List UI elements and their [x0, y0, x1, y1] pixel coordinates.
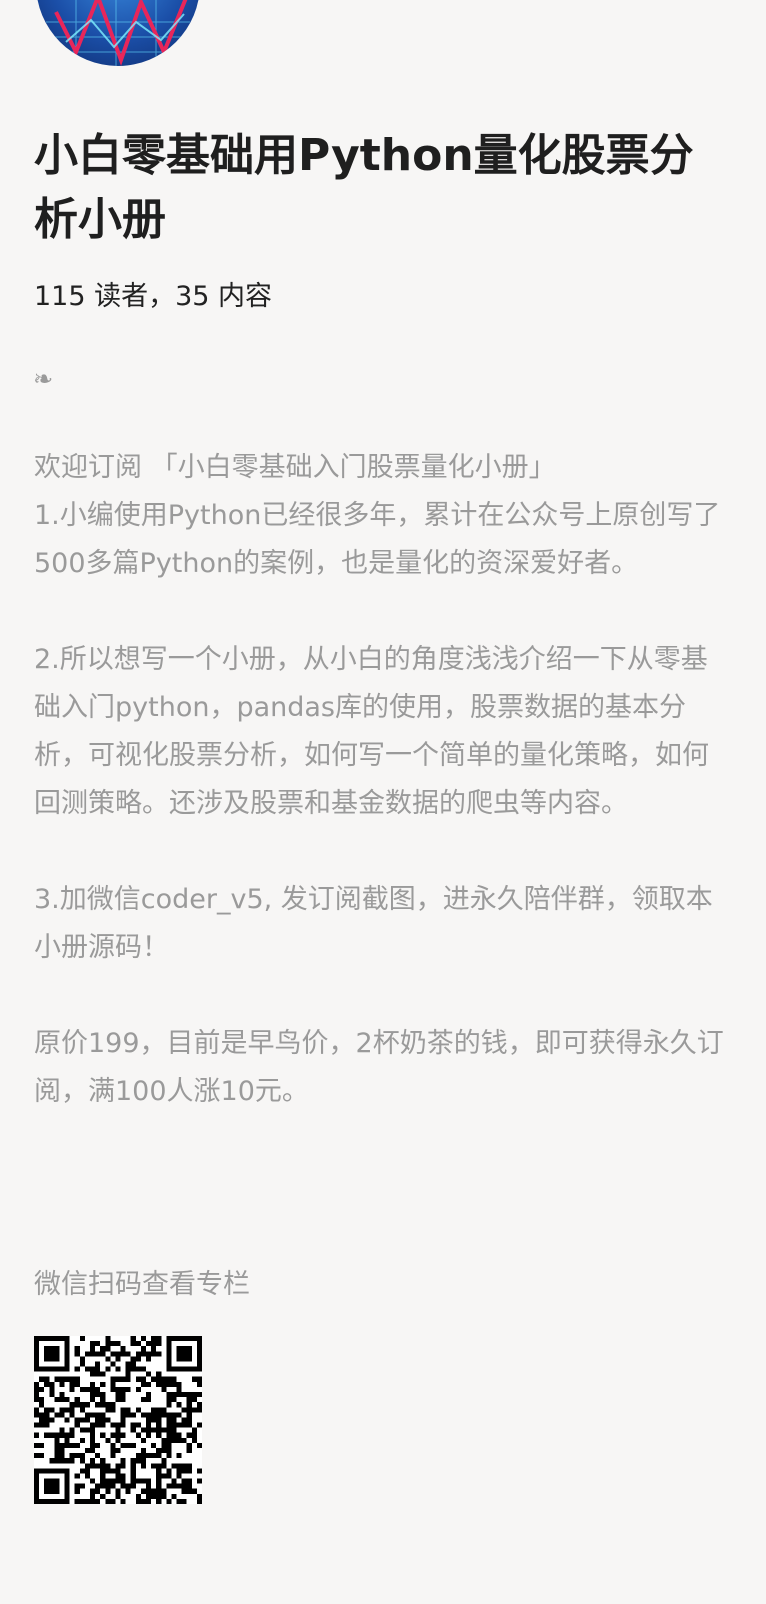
qr-code-graphic: [34, 1336, 202, 1504]
description-paragraph: 原价199，目前是早鸟价，2杯奶茶的钱，即可获得永久订阅，满100人涨10元。: [34, 1028, 724, 1107]
qr-code-icon[interactable]: [34, 1336, 202, 1504]
description: 欢迎订阅 「小白零基础入门股票量化小册」 1.小编使用Python已经很多年，累…: [34, 444, 734, 1116]
fleuron-icon: ❧: [33, 365, 54, 393]
page-title: 小白零基础用Python量化股票分析小册: [34, 130, 694, 245]
description-paragraph: 2.所以想写一个小册，从小白的角度浅浅介绍一下从零基础入门python，pand…: [34, 644, 709, 819]
reader-content-stats: 115 读者，35 内容: [34, 281, 273, 312]
scan-label: 微信扫码查看专栏: [34, 1269, 250, 1300]
avatar[interactable]: [36, 0, 200, 66]
description-paragraph: 3.加微信coder_v5, 发订阅截图，进永久陪伴群，领取本小册源码！: [34, 884, 713, 963]
stock-chart-avatar-icon: [46, 0, 190, 66]
description-paragraph: 欢迎订阅 「小白零基础入门股票量化小册」 1.小编使用Python已经很多年，累…: [34, 452, 721, 579]
